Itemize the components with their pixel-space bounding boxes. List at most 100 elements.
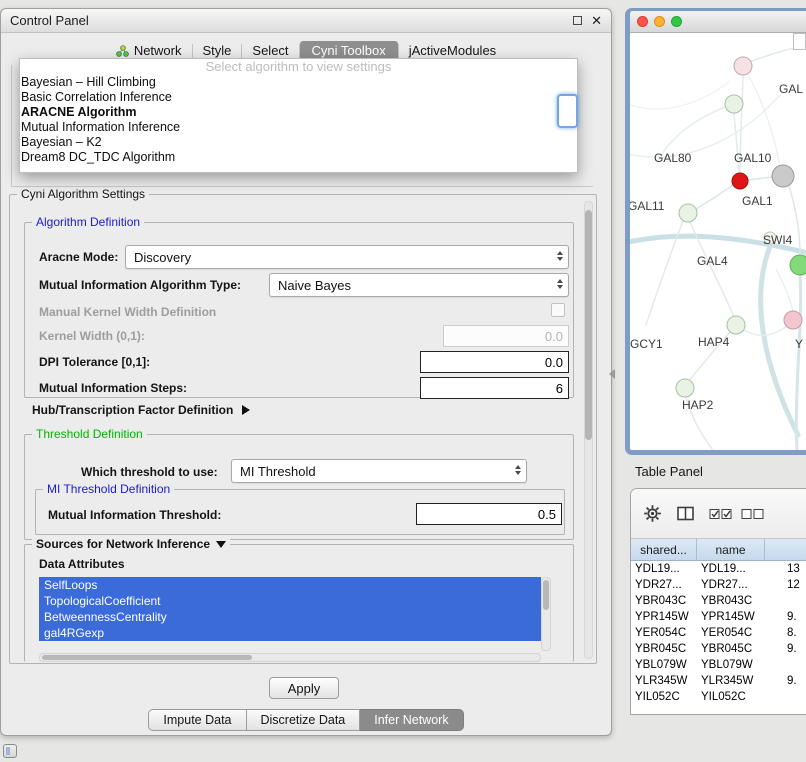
- dropdown-item[interactable]: Dream8 DC_TDC Algorithm: [20, 150, 577, 165]
- network-node[interactable]: [790, 255, 806, 275]
- network-canvas[interactable]: GAL GAL80 GAL10 GAL11 GAL1 SWI4 GAL4 GCY…: [630, 33, 806, 450]
- manual-kernel-checkbox[interactable]: [551, 303, 565, 317]
- column-header-cut[interactable]: [765, 539, 806, 560]
- tab-impute-data[interactable]: Impute Data: [148, 709, 246, 731]
- hub-definition-toggle[interactable]: Hub/Transcription Factor Definition: [32, 403, 250, 417]
- mi-threshold-definition-group: MI Threshold Definition Mutual Informati…: [35, 489, 565, 535]
- group-title: Cyni Algorithm Settings: [17, 187, 149, 202]
- table-cell: YIL052C: [697, 689, 765, 705]
- dropdown-item[interactable]: Mutual Information Inference: [20, 120, 577, 135]
- minimized-panel-icon-mark: [6, 747, 10, 755]
- table-row[interactable]: YDR27...YDR27...12: [631, 577, 806, 593]
- table-body: YDL19...YDL19...13YDR27...YDR27...12YBR0…: [631, 561, 806, 705]
- network-edges: [630, 45, 806, 450]
- combo-value: Discovery: [134, 250, 191, 265]
- table-panel-window: shared... name YDL19...YDL19...13YDR27..…: [630, 488, 806, 715]
- table-cell: YDL19...: [697, 561, 765, 577]
- network-scrollbar[interactable]: [793, 33, 806, 50]
- network-node[interactable]: [725, 95, 743, 113]
- network-nodes: [676, 57, 806, 397]
- node-label: SWI4: [763, 233, 793, 247]
- kernel-width-field[interactable]: [443, 325, 569, 347]
- attribute-item[interactable]: gal4RGexp: [39, 625, 541, 641]
- table-cell: YPR145W: [631, 609, 697, 625]
- column-header-name[interactable]: name: [697, 539, 765, 560]
- which-threshold-combo[interactable]: MI Threshold: [231, 459, 527, 483]
- attribute-list-vscrollbar[interactable]: [541, 577, 551, 651]
- mi-threshold-field[interactable]: [416, 503, 562, 525]
- hub-definition-label: Hub/Transcription Factor Definition: [32, 403, 233, 417]
- data-attributes-label: Data Attributes: [39, 557, 125, 571]
- table-cell: YER054C: [631, 625, 697, 641]
- sources-toggle[interactable]: Sources for Network Inference: [32, 537, 230, 552]
- table-row[interactable]: YIL052CYIL052C: [631, 689, 806, 705]
- table-cell: YIL052C: [631, 689, 697, 705]
- table-cell: 8.: [765, 625, 806, 641]
- combo-arrows-icon: [557, 251, 563, 261]
- settings-scrollbar[interactable]: [584, 201, 593, 659]
- aracne-mode-label: Aracne Mode:: [39, 250, 118, 264]
- node-label: GAL10: [734, 151, 772, 165]
- scrollbar-thumb[interactable]: [585, 210, 592, 440]
- node-label: GAL: [779, 82, 803, 96]
- dropdown-item[interactable]: Basic Correlation Inference: [20, 90, 577, 105]
- minimize-icon[interactable]: [654, 16, 665, 27]
- mi-steps-field[interactable]: [420, 377, 569, 399]
- network-node[interactable]: [772, 165, 794, 187]
- table-cell: YBR045C: [631, 641, 697, 657]
- tab-label: Cyni Toolbox: [312, 43, 386, 58]
- zoom-icon[interactable]: [671, 16, 682, 27]
- column-header-shared-name[interactable]: shared...: [631, 539, 697, 560]
- combo-value: MI Threshold: [240, 464, 316, 479]
- table-settings-button[interactable]: [643, 504, 662, 526]
- table-row[interactable]: YBR045CYBR045C9.: [631, 641, 806, 657]
- table-cell: 9.: [765, 609, 806, 625]
- attribute-list: SelfLoops TopologicalCoefficient Between…: [39, 577, 541, 641]
- table-cell: [765, 689, 806, 705]
- attribute-item[interactable]: SelfLoops: [39, 577, 541, 593]
- attribute-item[interactable]: BetweennessCentrality: [39, 609, 541, 625]
- node-label: GAL80: [654, 151, 692, 165]
- network-node[interactable]: [784, 311, 802, 329]
- table-row[interactable]: YBL079WYBL079W: [631, 657, 806, 673]
- table-cell: YPR145W: [697, 609, 765, 625]
- network-node[interactable]: [734, 57, 752, 75]
- aracne-mode-combo[interactable]: Discovery: [125, 245, 569, 269]
- table-cell: 13: [765, 561, 806, 577]
- network-node[interactable]: [676, 379, 694, 397]
- attribute-item[interactable]: TopologicalCoefficient: [39, 593, 541, 609]
- close-icon[interactable]: [637, 16, 648, 27]
- network-node[interactable]: [727, 316, 745, 334]
- dropdown-item[interactable]: ARACNE Algorithm: [20, 105, 577, 120]
- float-window-icon[interactable]: [573, 16, 582, 25]
- table-cell: 12: [765, 577, 806, 593]
- table-row[interactable]: YPR145WYPR145W9.: [631, 609, 806, 625]
- cyni-algorithm-settings-group: Cyni Algorithm Settings Algorithm Defini…: [9, 194, 597, 664]
- table-cell: YBL079W: [697, 657, 765, 673]
- table-row[interactable]: YDL19...YDL19...13: [631, 561, 806, 577]
- mi-algorithm-type-combo[interactable]: Naive Bayes: [269, 273, 569, 297]
- apply-button[interactable]: Apply: [269, 677, 339, 699]
- dpi-tolerance-label: DPI Tolerance [0,1]:: [39, 355, 150, 369]
- close-icon[interactable]: ✕: [591, 14, 602, 27]
- minimized-panel-icon[interactable]: [3, 744, 17, 758]
- dropdown-item[interactable]: Bayesian – K2: [20, 135, 577, 150]
- attribute-list-hscrollbar[interactable]: [39, 653, 541, 662]
- table-row[interactable]: YLR345WYLR345W9.: [631, 673, 806, 689]
- threshold-definition-group: Threshold Definition Which threshold to …: [24, 434, 574, 540]
- panel-resize-grip[interactable]: [609, 369, 615, 379]
- table-cell: YDL19...: [631, 561, 697, 577]
- mi-threshold-label: Mutual Information Threshold:: [48, 508, 221, 522]
- table-row[interactable]: YBR043CYBR043C: [631, 593, 806, 609]
- network-node[interactable]: [732, 173, 748, 189]
- select-all-columns-button[interactable]: [709, 508, 733, 523]
- show-columns-button[interactable]: [677, 506, 694, 524]
- dropdown-item[interactable]: Bayesian – Hill Climbing: [20, 75, 577, 90]
- dpi-tolerance-field[interactable]: [420, 351, 569, 373]
- deselect-all-columns-button[interactable]: [741, 508, 765, 523]
- network-node[interactable]: [679, 204, 697, 222]
- tab-discretize-data[interactable]: Discretize Data: [247, 709, 361, 731]
- table-row[interactable]: YER054CYER054C8.: [631, 625, 806, 641]
- node-label: HAP4: [698, 335, 730, 349]
- tab-infer-network[interactable]: Infer Network: [360, 709, 463, 731]
